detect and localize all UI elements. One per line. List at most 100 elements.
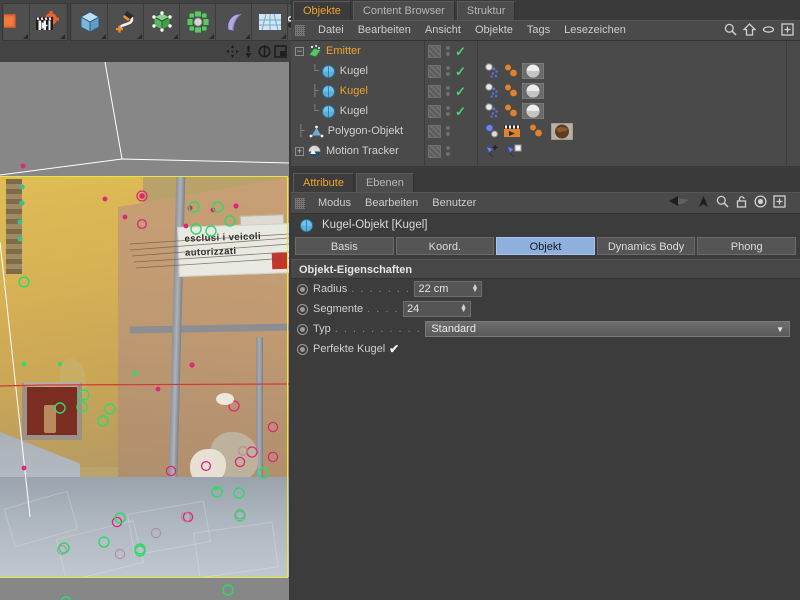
up-arrow-icon[interactable] xyxy=(697,195,710,211)
object-row-emitter[interactable]: − Emitter ✓ xyxy=(291,41,800,61)
visibility-controls[interactable]: ✓ xyxy=(424,105,476,118)
enabled-check-icon[interactable]: ✓ xyxy=(455,45,466,58)
home-icon[interactable] xyxy=(743,23,756,39)
layer-color-swatch[interactable] xyxy=(428,65,441,78)
tab-content-browser[interactable]: Content Browser xyxy=(353,1,455,20)
visibility-controls[interactable] xyxy=(424,145,476,158)
chevron-down-icon[interactable]: ▼ xyxy=(776,325,784,334)
menu-objekte[interactable]: Objekte xyxy=(468,20,520,41)
panel-gripper-icon[interactable] xyxy=(295,25,305,36)
menu-bearbeiten[interactable]: Bearbeiten xyxy=(351,20,418,41)
menu-tags[interactable]: Tags xyxy=(520,20,557,41)
expander-minus-icon[interactable]: − xyxy=(295,47,304,56)
ellipse-icon[interactable] xyxy=(762,23,775,39)
object-row-kugel-1[interactable]: └ Kugel ✓ xyxy=(291,61,800,81)
visibility-dots-icon[interactable] xyxy=(446,106,450,116)
typ-bullet-icon[interactable] xyxy=(297,324,308,335)
radius-input[interactable]: 22 cm ▲▼ xyxy=(414,281,482,297)
add-box-icon[interactable] xyxy=(773,195,786,211)
material-tag[interactable] xyxy=(522,103,544,119)
viewport-dolly-icon[interactable] xyxy=(242,45,255,61)
texture-tag[interactable] xyxy=(551,123,573,140)
object-manager[interactable]: − Emitter ✓ └ xyxy=(291,41,800,166)
visibility-controls[interactable]: ✓ xyxy=(424,45,476,58)
visibility-controls[interactable]: ✓ xyxy=(424,85,476,98)
typ-select[interactable]: Standard ▼ xyxy=(425,321,790,337)
film-tag[interactable] xyxy=(503,123,519,139)
dynamics-body-tag[interactable] xyxy=(484,63,500,79)
segmente-bullet-icon[interactable] xyxy=(297,304,308,315)
atab-dynamics-body[interactable]: Dynamics Body xyxy=(597,237,696,255)
spline-pen-button[interactable] xyxy=(108,4,144,40)
target-icon[interactable] xyxy=(754,195,767,211)
atab-basis[interactable]: Basis xyxy=(295,237,394,255)
array-button[interactable] xyxy=(180,4,216,40)
layer-color-swatch[interactable] xyxy=(428,145,441,158)
vibrate-tag[interactable] xyxy=(503,103,519,119)
radius-stepper-icon[interactable]: ▲▼ xyxy=(472,285,479,293)
dynamics-body-tag[interactable] xyxy=(484,83,500,99)
viewport-canvas[interactable]: esclusi i veicoli autorizzati xyxy=(0,62,289,600)
radius-bullet-icon[interactable] xyxy=(297,284,308,295)
visibility-dots-icon[interactable] xyxy=(446,126,450,136)
menu-benutzer[interactable]: Benutzer xyxy=(425,193,483,214)
menu-bearbeiten[interactable]: Bearbeiten xyxy=(358,193,425,214)
vibrate-tag[interactable] xyxy=(528,123,544,139)
constraint-tag[interactable] xyxy=(506,143,522,159)
segmente-input[interactable]: 24 ▲▼ xyxy=(403,301,471,317)
menu-ansicht[interactable]: Ansicht xyxy=(418,20,468,41)
segmente-stepper-icon[interactable]: ▲▼ xyxy=(460,305,467,313)
tab-ebenen[interactable]: Ebenen xyxy=(356,173,414,192)
cube-primitive-button[interactable] xyxy=(72,4,108,40)
visibility-dots-icon[interactable] xyxy=(446,66,450,76)
layer-color-swatch[interactable] xyxy=(428,85,441,98)
tab-objekte[interactable]: Objekte xyxy=(293,1,351,20)
solve-tag[interactable] xyxy=(484,143,500,159)
object-row-kugel-3[interactable]: └ Kugel ✓ xyxy=(291,101,800,121)
visibility-dots-icon[interactable] xyxy=(446,46,450,56)
render-settings-button[interactable] xyxy=(30,4,66,40)
object-row-polygon-objekt[interactable]: ├ Polygon-Objekt xyxy=(291,121,800,141)
tag-list[interactable] xyxy=(476,103,544,119)
add-box-icon[interactable] xyxy=(781,23,794,39)
vibrate-tag[interactable] xyxy=(503,83,519,99)
perfekte-kugel-bullet-icon[interactable] xyxy=(297,344,308,355)
vibrate-tag[interactable] xyxy=(503,63,519,79)
atab-koord[interactable]: Koord. xyxy=(396,237,495,255)
tag-list[interactable] xyxy=(476,63,544,79)
tag-list[interactable] xyxy=(476,123,573,140)
viewport-maximize-icon[interactable] xyxy=(274,45,287,61)
layer-color-swatch[interactable] xyxy=(428,105,441,118)
render-view-button[interactable] xyxy=(4,4,30,40)
search-icon[interactable] xyxy=(724,23,737,39)
material-tag[interactable] xyxy=(522,83,544,99)
dynamics-body-tag[interactable] xyxy=(484,103,500,119)
deformer-button[interactable] xyxy=(216,4,252,40)
material-tag[interactable] xyxy=(522,63,544,79)
visibility-controls[interactable]: ✓ xyxy=(424,65,476,78)
object-row-motion-tracker[interactable]: + Motion Tracker xyxy=(291,141,800,161)
panel-gripper-icon[interactable] xyxy=(295,198,305,209)
viewport-rotate-icon[interactable] xyxy=(258,45,271,61)
lock-icon[interactable] xyxy=(735,195,748,211)
menu-lesezeichen[interactable]: Lesezeichen xyxy=(557,20,633,41)
atab-objekt[interactable]: Objekt xyxy=(496,237,595,255)
viewport-pan-icon[interactable] xyxy=(226,45,239,61)
menu-datei[interactable]: Datei xyxy=(311,20,351,41)
expander-plus-icon[interactable]: + xyxy=(295,147,304,156)
visibility-dots-icon[interactable] xyxy=(446,146,450,156)
layer-color-swatch[interactable] xyxy=(428,45,441,58)
tab-attribute[interactable]: Attribute xyxy=(293,173,354,192)
perfekte-kugel-checkbox[interactable]: ✔ xyxy=(389,342,399,356)
enabled-check-icon[interactable]: ✓ xyxy=(455,105,466,118)
dynamics-collider-tag[interactable] xyxy=(484,123,500,139)
tag-list[interactable] xyxy=(476,143,522,159)
object-row-kugel-2[interactable]: ├ Kugel ✓ xyxy=(291,81,800,101)
visibility-controls[interactable] xyxy=(424,125,476,138)
tag-list[interactable] xyxy=(476,83,544,99)
nurbs-button[interactable] xyxy=(144,4,180,40)
atab-phong[interactable]: Phong xyxy=(697,237,796,255)
menu-modus[interactable]: Modus xyxy=(311,193,358,214)
tab-struktur[interactable]: Struktur xyxy=(457,1,516,20)
back-arrow-icon[interactable] xyxy=(669,195,691,211)
